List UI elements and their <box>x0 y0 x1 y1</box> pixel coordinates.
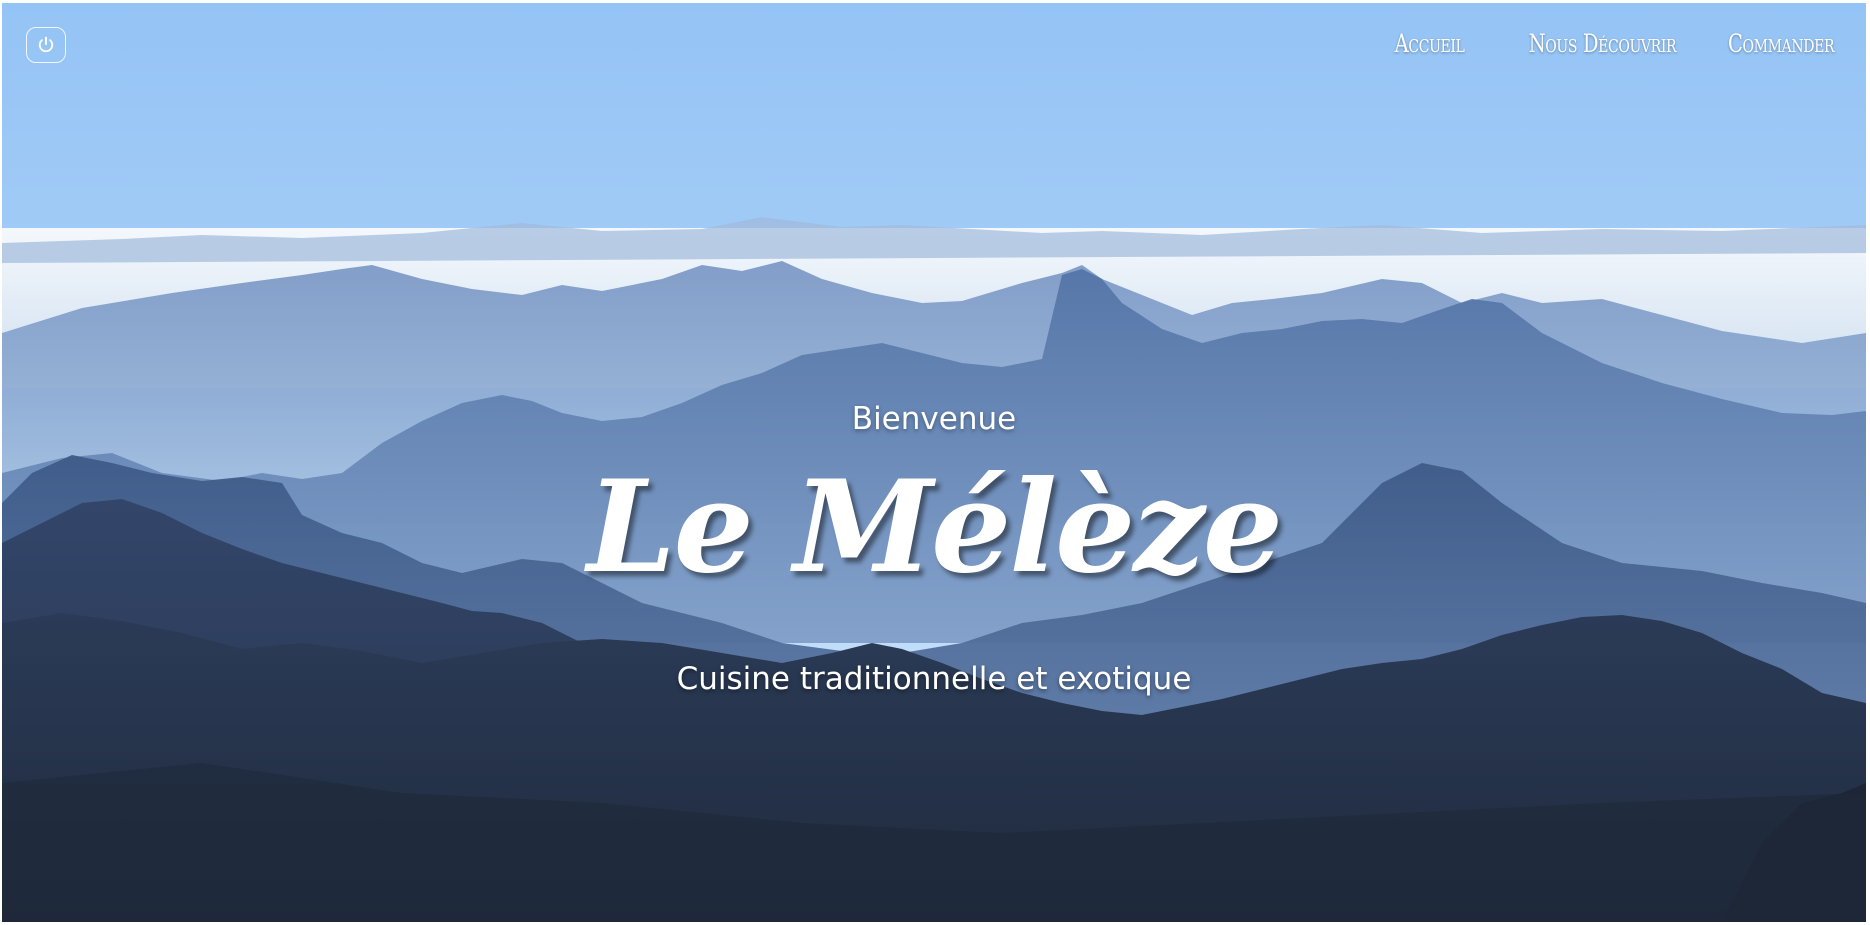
hero-section: Accueil Nous Découvrir Commander Bienven… <box>2 3 1866 922</box>
welcome-text: Bienvenue <box>851 401 1017 437</box>
landing-page: Accueil Nous Découvrir Commander Bienven… <box>0 0 1870 925</box>
main-nav: Accueil Nous Découvrir Commander <box>1375 29 1835 58</box>
tagline-text: Cuisine traditionnelle et exotique <box>676 661 1192 697</box>
power-icon <box>38 36 54 53</box>
nav-link-commander[interactable]: Commander <box>1728 29 1835 58</box>
brand-title: Le Mélèze <box>586 453 1283 601</box>
nav-link-nous-decouvrir[interactable]: Nous Découvrir <box>1528 29 1676 58</box>
power-button[interactable] <box>26 27 66 63</box>
nav-link-accueil[interactable]: Accueil <box>1395 29 1465 58</box>
